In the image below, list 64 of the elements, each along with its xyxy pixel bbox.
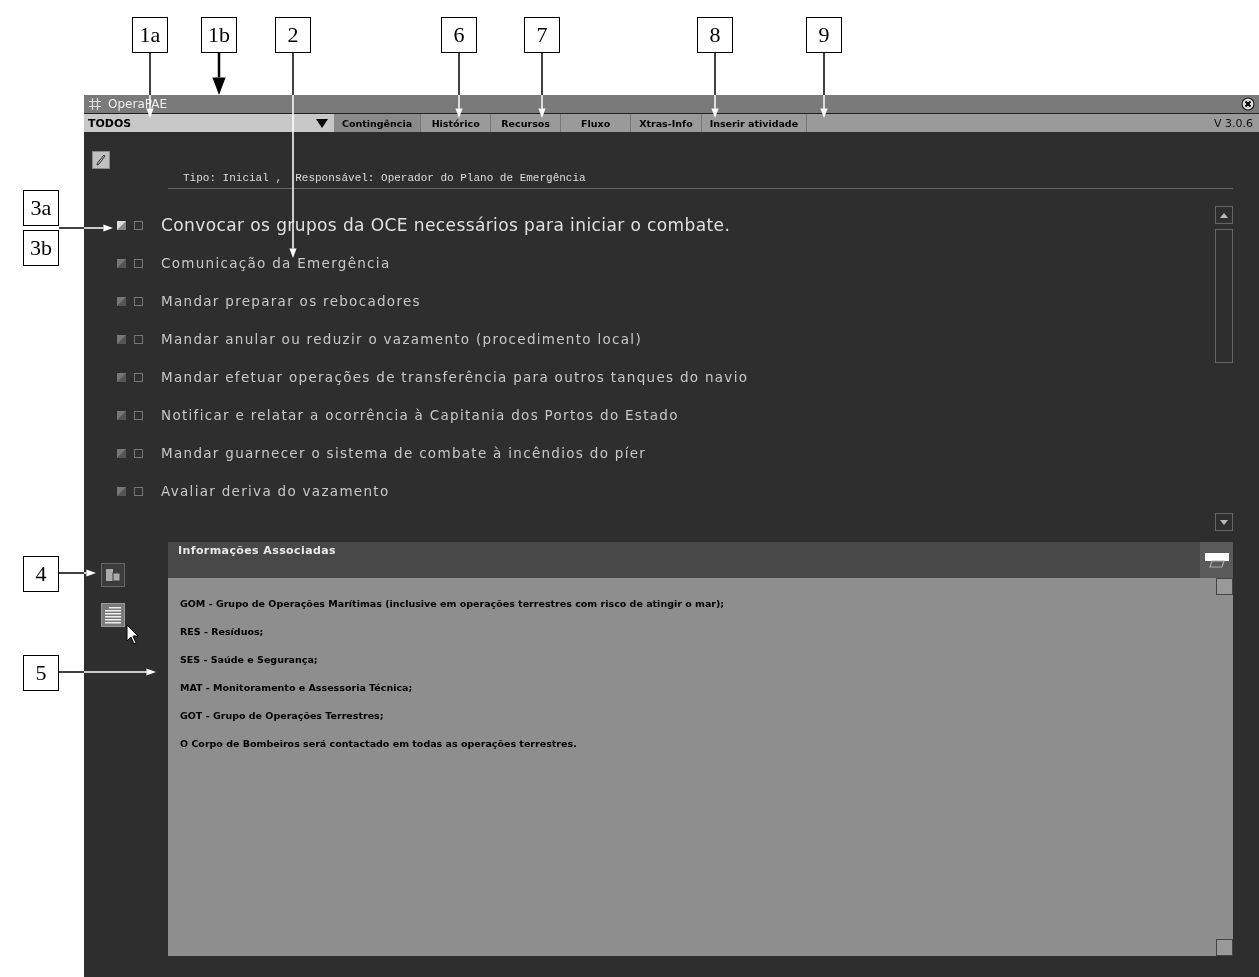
callout-arrow [711,52,719,118]
printer-icon [1203,552,1230,568]
status-icon[interactable] [117,220,126,230]
info-line: GOM - Grupo de Operações Marítimas (inclusive em operações terrestres com risco de atingir o mar); [180,598,726,611]
info-line: SES - Saúde e Segurança; [180,654,319,667]
panel-title: Informações Associadas [177,543,337,559]
scroll-down-button[interactable] [1215,513,1233,531]
info-line: RES - Resíduos; [180,626,265,639]
activity-item[interactable]: Mandar preparar os rebocadores [161,293,421,309]
activity-item[interactable]: Comunicação da Emergência [161,255,391,271]
close-icon[interactable] [1241,97,1255,111]
dropdown-arrow-icon[interactable] [316,118,328,128]
activity-item[interactable]: Mandar anular ou reduzir o vazamento (procedimento local) [161,331,642,347]
activity-item[interactable]: Mandar guarnecer o sistema de combate à incêndios do píer [161,445,647,461]
callout-arrow [455,52,463,118]
pencil-icon [96,154,106,166]
activity-item[interactable]: Mandar efetuar operações de transferência para outros tanques do navio [161,369,749,385]
down-arrow-icon [1220,519,1228,525]
callout-arrow [58,569,96,577]
list-icon [105,606,121,624]
checkbox[interactable] [134,448,143,458]
callout-label: 5 [23,655,59,691]
checkbox[interactable] [134,258,143,268]
callout-label: 9 [806,17,842,53]
scroll-down-button[interactable] [1216,939,1233,956]
callout-arrow [820,52,828,118]
callout-label: 3a [23,190,59,226]
callout-label: 7 [524,17,560,53]
callout-label: 8 [697,17,733,53]
scrollbar-track[interactable] [1215,229,1233,363]
print-button[interactable] [1200,542,1233,578]
filter-dropdown[interactable]: TODOS [84,114,310,132]
callout-arrow [212,53,226,95]
view-button[interactable] [101,603,125,627]
checkbox[interactable] [134,410,143,420]
edit-button[interactable] [92,151,110,169]
checkbox[interactable] [134,372,143,382]
scroll-up-button[interactable] [1215,206,1233,224]
info-line: MAT - Monitoramento e Assessoria Técnica; [180,682,414,695]
checkbox[interactable] [134,296,143,306]
layout-icon [106,569,120,581]
callout-arrow [58,224,113,232]
mouse-cursor-icon [126,624,140,646]
app-icon [88,97,102,111]
up-arrow-icon [1220,212,1228,218]
callout-label: 2 [275,17,311,53]
callout-label: 6 [441,17,477,53]
checkbox[interactable] [134,220,143,230]
tab[interactable]: Contingência [334,114,422,132]
callout-label: 1a [132,17,168,53]
checkbox[interactable] [134,334,143,344]
info-line: O Corpo de Bombeiros será contactado em todas as operações terrestres. [180,738,578,751]
scroll-up-button[interactable] [1216,578,1233,595]
activity-item[interactable]: Avaliar deriva do vazamento [161,483,390,499]
version-label: V 3.0.6 [1214,116,1254,130]
callout-label: 4 [23,556,59,592]
callout-arrow [538,52,546,118]
callout-label: 1b [201,17,237,53]
info-line: GOT - Grupo de Operações Terrestres; [180,710,385,723]
checkbox[interactable] [134,486,143,496]
callout-label: 3b [23,230,59,266]
activity-item[interactable]: Notificar e relatar a ocorrência à Capitania dos Portos do Estado [161,407,679,423]
activity-header: Tipo: Inicial , Responsável: Operador do Plano de Emergência [168,172,1233,189]
view-button[interactable] [101,563,125,587]
